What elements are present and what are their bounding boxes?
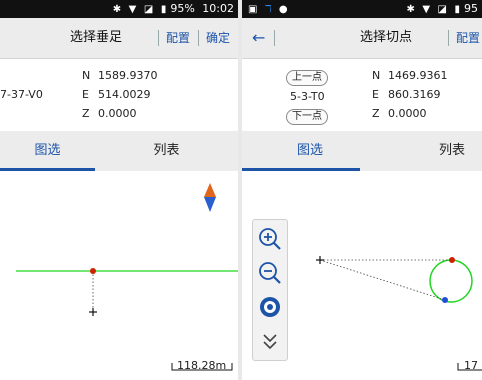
divider bbox=[448, 30, 449, 46]
compass-icon[interactable] bbox=[204, 183, 216, 212]
globe-icon[interactable] bbox=[253, 290, 287, 324]
divider bbox=[198, 30, 199, 46]
reference-circle bbox=[429, 259, 473, 303]
view-tabs: 图选 列表 bbox=[242, 131, 482, 171]
status-bar: ✱ ▼ ◪ ▮ 95% 10:02 bbox=[0, 0, 238, 18]
coord-z: Z 0.0000 bbox=[372, 107, 427, 120]
battery-level: 95 bbox=[464, 2, 478, 15]
prev-point-button[interactable]: 上一点 bbox=[286, 70, 328, 86]
title-bar: 选择垂足 配置 确定 bbox=[0, 18, 238, 59]
tab-list[interactable]: 列表 bbox=[95, 131, 238, 171]
map-toolbar bbox=[252, 219, 288, 361]
image-notification-icon: ▣ bbox=[248, 4, 258, 15]
chevron-double-down-icon[interactable] bbox=[253, 324, 287, 358]
coord-label: E bbox=[372, 88, 379, 101]
coord-value: 0.0000 bbox=[98, 107, 137, 120]
foot-point[interactable] bbox=[90, 268, 96, 274]
wifi-icon: ▼ bbox=[128, 4, 137, 15]
divider bbox=[158, 30, 159, 46]
tangent-point[interactable] bbox=[442, 297, 448, 303]
right-screen: ▣ ℸ ● ✱ ▼ ◪ ▮ 95 ← 选择切点 配置 上一点 5-3-T0 下一点… bbox=[242, 0, 482, 380]
coord-n: N 1469.9361 bbox=[372, 69, 448, 82]
wifi-icon: ▼ bbox=[422, 4, 431, 15]
scale-label: 17 bbox=[464, 359, 478, 372]
config-button[interactable]: 配置 bbox=[456, 18, 480, 58]
coord-value: 1469.9361 bbox=[388, 69, 448, 82]
battery-icon: ▮ bbox=[454, 4, 460, 15]
point-info: 7-37-V0 N 1589.9370 E 514.0029 Z 0.0000 bbox=[0, 59, 238, 132]
left-screen: ✱ ▼ ◪ ▮ 95% 10:02 选择垂足 配置 确定 7-37-V0 N 158… bbox=[0, 0, 238, 380]
coord-z: Z 0.0000 bbox=[82, 107, 137, 120]
tab-map[interactable]: 图选 bbox=[0, 131, 95, 171]
coord-label: N bbox=[372, 69, 381, 82]
coord-label: E bbox=[82, 88, 89, 101]
point-info: 上一点 5-3-T0 下一点 N 1469.9361 E 860.3169 Z 0.0… bbox=[242, 59, 482, 132]
android-icon: ● bbox=[278, 4, 288, 15]
point-name: 7-37-V0 bbox=[0, 88, 43, 101]
next-point-button[interactable]: 下一点 bbox=[286, 109, 328, 125]
coord-value: 860.3169 bbox=[388, 88, 441, 101]
zoom-out-icon[interactable] bbox=[253, 256, 287, 290]
no-signal-icon: ◪ bbox=[143, 4, 154, 15]
tab-map[interactable]: 图选 bbox=[260, 131, 360, 171]
coord-label: N bbox=[82, 69, 91, 82]
view-tabs: 图选 列表 bbox=[0, 131, 238, 171]
coord-n: N 1589.9370 bbox=[82, 69, 158, 82]
bluetooth-icon: ✱ bbox=[112, 4, 122, 15]
clock: 10:02 bbox=[202, 2, 234, 15]
tangent-point[interactable] bbox=[449, 257, 455, 263]
app-notification-icon: ℸ bbox=[264, 4, 272, 15]
battery-level: 95% bbox=[170, 2, 195, 15]
scale-label: 118.28m bbox=[177, 359, 227, 372]
divider bbox=[274, 30, 275, 46]
crosshair-icon bbox=[89, 308, 97, 316]
coord-value: 1589.9370 bbox=[98, 69, 158, 82]
status-bar: ▣ ℸ ● ✱ ▼ ◪ ▮ 95 bbox=[242, 0, 482, 18]
confirm-button[interactable]: 确定 bbox=[206, 18, 230, 58]
coord-label: Z bbox=[372, 107, 380, 120]
tangent-line bbox=[319, 259, 446, 301]
back-arrow-icon[interactable]: ← bbox=[252, 18, 265, 58]
config-button[interactable]: 配置 bbox=[166, 18, 190, 58]
bluetooth-icon: ✱ bbox=[406, 4, 415, 15]
coord-value: 0.0000 bbox=[388, 107, 427, 120]
no-signal-icon: ◪ bbox=[437, 4, 447, 15]
zoom-in-icon[interactable] bbox=[253, 222, 287, 256]
battery-icon: ▮ bbox=[160, 4, 167, 15]
tab-list[interactable]: 列表 bbox=[422, 131, 482, 171]
page-title: 选择切点 bbox=[360, 30, 413, 45]
coord-value: 514.0029 bbox=[98, 88, 151, 101]
page-title: 选择垂足 bbox=[70, 30, 123, 45]
coord-e: E 514.0029 bbox=[82, 88, 151, 101]
coord-label: Z bbox=[82, 107, 90, 120]
crosshair-icon bbox=[316, 256, 324, 264]
point-name: 5-3-T0 bbox=[290, 90, 325, 103]
map-view[interactable]: 118.28m bbox=[0, 171, 238, 380]
coord-e: E 860.3169 bbox=[372, 88, 441, 101]
title-bar: ← 选择切点 配置 bbox=[242, 18, 482, 59]
